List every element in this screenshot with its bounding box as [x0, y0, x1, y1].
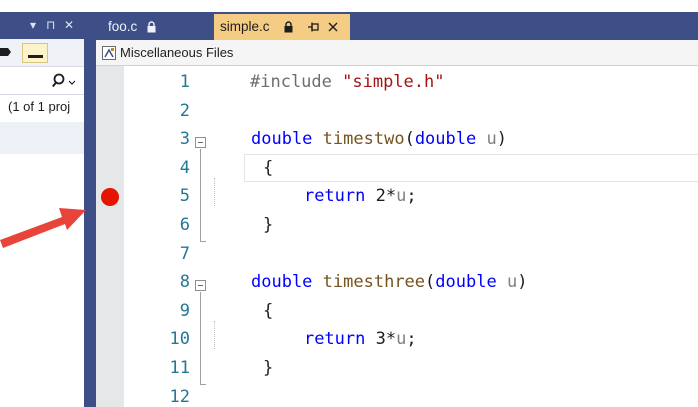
panel-pin-icon[interactable]: ⊓ [46, 17, 55, 33]
panel-menu-dropdown-icon[interactable]: ▾ [30, 17, 36, 33]
collapse-function-icon[interactable] [195, 137, 206, 148]
code-token: ) [517, 272, 528, 293]
line-number: 10 [169, 329, 190, 350]
code-token: double [251, 272, 313, 293]
project-dropdown-label: Miscellaneous Files [120, 45, 234, 60]
code-line[interactable]: { [263, 301, 273, 321]
breakpoint-icon[interactable] [101, 188, 119, 206]
solution-tree [0, 118, 84, 407]
collapse-function-icon[interactable] [195, 280, 206, 291]
tab-foo-c[interactable]: foo.c [102, 14, 210, 40]
code-token: return [303, 329, 366, 350]
code-line[interactable]: } [263, 215, 273, 235]
code-token: return [303, 186, 366, 207]
lock-icon [147, 21, 156, 33]
code-token: u [506, 272, 518, 293]
panel-close-icon[interactable]: ✕ [64, 17, 74, 33]
code-token: double [414, 129, 477, 150]
line-number: 4 [179, 157, 190, 178]
search-icon[interactable] [52, 73, 76, 89]
lock-icon [284, 21, 293, 33]
code-line[interactable]: { [263, 158, 273, 178]
code-token: #include [250, 72, 343, 92]
code-token: ( [425, 272, 436, 293]
code-line[interactable]: return 3*u; [263, 329, 417, 349]
close-icon[interactable] [328, 22, 338, 32]
project-count-label: (1 of 1 proj [8, 99, 71, 114]
document-tab-strip: foo.c simple.c [96, 12, 698, 40]
code-token: timestwo [322, 129, 405, 150]
line-number: 2 [179, 100, 190, 121]
line-number: 5 [179, 186, 190, 207]
code-token: u [396, 329, 407, 350]
line-number: 8 [179, 272, 190, 293]
panel-header: ▾ ⊓ ✕ [0, 12, 84, 39]
fold-bracket [200, 149, 201, 241]
code-line[interactable]: double timesthree(double u) [251, 272, 527, 292]
search-box[interactable] [0, 67, 84, 95]
code-token: ; [406, 329, 417, 350]
code-token: 2* [365, 186, 397, 207]
annotation-arrow-icon [0, 208, 86, 248]
code-token: timesthree [322, 272, 426, 293]
tab-label: simple.c [220, 19, 270, 34]
code-token: 3* [365, 329, 397, 350]
line-number-gutter: 1 2 3 4 5 6 7 8 9 10 11 12 [124, 66, 190, 407]
code-token: ; [406, 186, 417, 207]
tab-label: foo.c [108, 19, 138, 34]
code-token: } [263, 215, 274, 235]
tab-simple-c[interactable]: simple.c [214, 14, 350, 40]
line-number: 6 [179, 215, 190, 235]
indent-guide [214, 321, 215, 349]
code-line[interactable]: double timestwo(double u) [251, 129, 507, 149]
line-number: 12 [169, 386, 190, 407]
code-line[interactable]: #include "simple.h" [250, 72, 444, 92]
collapse-all-button[interactable] [22, 43, 48, 63]
fold-end-mark [200, 384, 206, 385]
line-number: 9 [179, 300, 190, 321]
code-token: ( [404, 129, 415, 150]
code-token: "simple.h" [342, 72, 445, 92]
toolbar-edge-icon[interactable] [0, 45, 14, 60]
line-number: 3 [179, 129, 190, 150]
line-number: 7 [179, 243, 190, 264]
window-frame-top [0, 0, 698, 12]
code-token: ) [496, 129, 507, 150]
tree-selection[interactable] [0, 122, 84, 154]
panel-toolbar [0, 39, 84, 67]
misc-files-icon [102, 46, 116, 60]
code-token: u [396, 186, 407, 207]
pin-icon[interactable] [308, 21, 320, 33]
collapse-bar-icon [28, 55, 43, 58]
code-token: double [251, 129, 313, 150]
code-token: { [263, 157, 274, 178]
project-count-row[interactable]: (1 of 1 proj [0, 96, 84, 118]
indent-guide [214, 178, 215, 206]
code-editor[interactable]: 1 2 3 4 5 6 7 8 9 10 11 12 #include "simple.h" doubl… [96, 66, 698, 407]
code-token: { [263, 300, 274, 321]
line-number: 1 [179, 72, 190, 92]
navigation-bar[interactable]: Miscellaneous Files [96, 40, 698, 66]
code-token: double [435, 272, 497, 293]
breakpoint-margin[interactable] [96, 66, 124, 407]
fold-bracket [200, 292, 201, 384]
line-number: 11 [169, 358, 190, 378]
code-token: } [263, 358, 274, 378]
fold-end-mark [200, 241, 206, 242]
code-text-area[interactable]: #include "simple.h" double timestwo(doubl… [190, 66, 698, 407]
code-line[interactable]: } [263, 358, 273, 378]
code-token: u [486, 129, 497, 150]
code-line[interactable]: return 2*u; [263, 186, 417, 206]
